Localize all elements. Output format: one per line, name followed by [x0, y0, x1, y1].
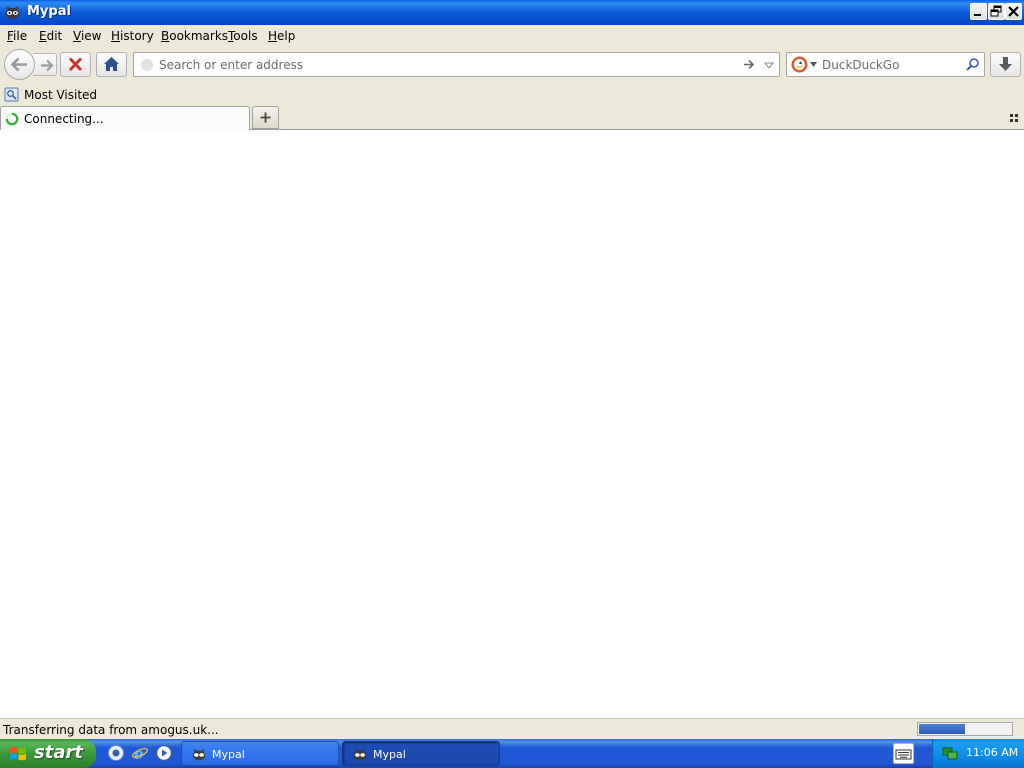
url-input[interactable] [159, 56, 739, 73]
forward-arrow-icon [41, 59, 54, 72]
bookmarks-toolbar: Most Visited [0, 83, 1024, 106]
navigation-toolbar [0, 47, 1024, 83]
system-tray: 11:06 AM [932, 739, 1024, 768]
downloads-button[interactable] [990, 52, 1021, 77]
restore-icon [990, 5, 1002, 17]
new-tab-button[interactable] [252, 106, 279, 129]
menu-bar: File Edit View History Bookmarks Tools H… [0, 25, 1024, 47]
clock[interactable]: 11:06 AM [966, 746, 1018, 759]
minimize-button[interactable] [970, 3, 987, 20]
quicklaunch-media-player-icon[interactable] [155, 744, 173, 762]
go-arrow-icon[interactable] [742, 57, 756, 72]
menu-tools[interactable]: Tools [228, 29, 258, 43]
task-label: Mypal [373, 748, 406, 761]
tab-connecting[interactable]: Connecting... [0, 106, 250, 130]
home-icon [104, 57, 119, 71]
mypal-app-icon [5, 6, 20, 19]
back-button[interactable] [4, 49, 35, 80]
search-bar[interactable] [786, 52, 985, 77]
bookmark-label: Most Visited [24, 88, 98, 102]
keyboard-icon [895, 749, 912, 760]
title-bar: Mypal [0, 0, 1024, 25]
window-title: Mypal [27, 4, 71, 19]
menu-edit[interactable]: Edit [39, 29, 62, 43]
tab-strip: Connecting... [0, 106, 1024, 130]
menu-history[interactable]: History [111, 29, 154, 43]
network-status-icon[interactable] [942, 745, 959, 761]
search-icon[interactable] [965, 57, 980, 72]
quicklaunch-internet-explorer-icon[interactable]: e [131, 744, 149, 762]
history-dropdown-icon[interactable] [763, 59, 775, 71]
most-visited-folder-icon [4, 87, 19, 102]
back-arrow-icon [10, 57, 27, 72]
engine-dropdown-icon[interactable] [810, 62, 817, 67]
windows-flag-icon [10, 746, 26, 761]
start-button[interactable]: start [0, 739, 96, 768]
taskbar-button-mypal-1[interactable]: Mypal [181, 741, 339, 766]
tab-label: Connecting... [24, 112, 104, 126]
menu-help[interactable]: Help [268, 29, 295, 43]
plus-icon [260, 112, 271, 123]
status-bar: Transferring data from amogus.uk... [0, 718, 1024, 739]
mypal-app-icon [353, 748, 367, 761]
stop-button[interactable] [60, 52, 91, 77]
stop-x-icon [68, 57, 83, 72]
site-identity-icon [141, 59, 153, 71]
restore-button[interactable] [988, 3, 1005, 20]
search-input[interactable] [822, 56, 962, 73]
svg-text:e: e [134, 745, 144, 762]
menu-bookmarks[interactable]: Bookmarks [161, 29, 228, 43]
minimize-icon [974, 14, 981, 16]
status-text: Transferring data from amogus.uk... [3, 723, 219, 737]
taskbar-button-mypal-2[interactable]: Mypal [342, 741, 500, 766]
close-button[interactable] [1005, 3, 1022, 20]
forward-button[interactable] [33, 53, 57, 76]
loading-spinner-icon [5, 112, 19, 126]
task-label: Mypal [212, 748, 245, 761]
download-arrow-icon [999, 57, 1012, 71]
language-bar-keyboard-icon[interactable] [893, 743, 914, 764]
tab-list-icon[interactable] [1008, 112, 1020, 124]
address-bar[interactable] [133, 52, 780, 77]
page-content-area[interactable] [0, 130, 1024, 718]
loading-progress-bar [917, 722, 1013, 736]
close-icon [1008, 6, 1019, 17]
menu-view[interactable]: View [73, 29, 101, 43]
home-button[interactable] [96, 52, 127, 77]
quicklaunch-browser-icon[interactable] [107, 744, 125, 762]
menu-file[interactable]: File [7, 29, 27, 43]
mypal-app-icon [192, 748, 206, 761]
duckduckgo-icon[interactable] [791, 56, 808, 73]
start-label: start [34, 742, 83, 763]
progress-fill [919, 724, 965, 734]
taskbar: start e Mypal Mypal 11:06 AM [0, 739, 1024, 768]
